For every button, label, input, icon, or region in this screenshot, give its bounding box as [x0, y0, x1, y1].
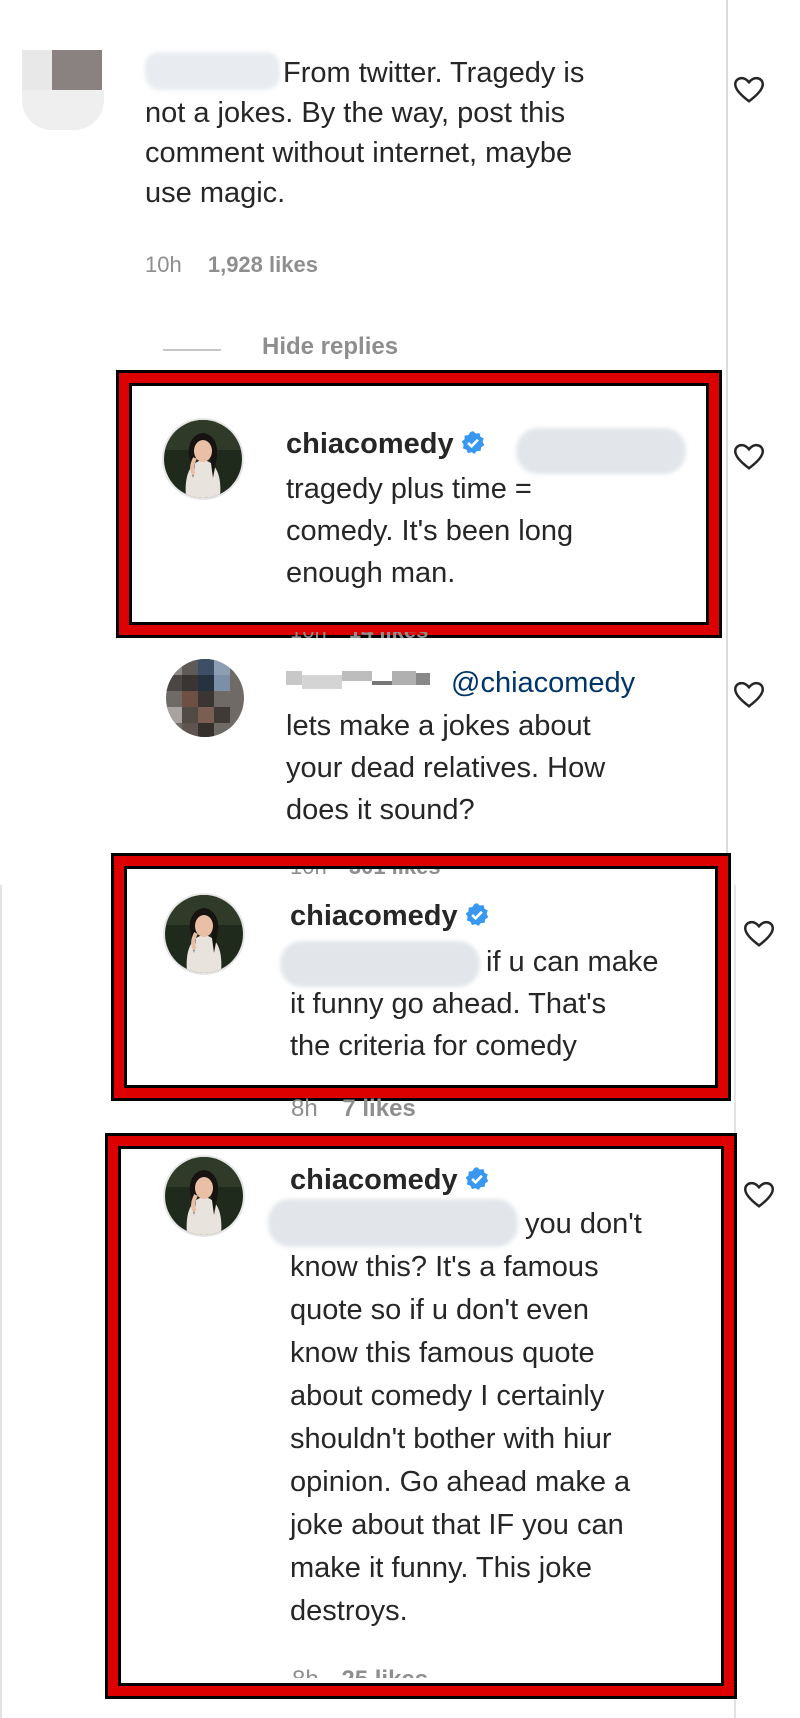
username-text[interactable]: chiacomedy [290, 1164, 458, 1196]
comment-meta: 10h 1,928 likes [145, 252, 318, 278]
reply-text-line: if u can make [486, 946, 659, 978]
comment-likes[interactable]: 1,928 likes [208, 252, 318, 277]
reply-meta-clipped: 10h 14 likes [290, 632, 490, 644]
heart-icon[interactable] [744, 1181, 774, 1209]
reply-text-line: enough man. [286, 557, 456, 589]
reply-text-line: about comedy I certainly [290, 1380, 605, 1412]
reply-username[interactable]: chiacomedy [290, 1164, 490, 1197]
reply-likes[interactable]: 25 likes [341, 1666, 428, 1678]
reply-text-line: tragedy plus time = [286, 473, 532, 505]
reply-text-line: quote so if u don't even [290, 1294, 589, 1326]
redacted-username [145, 52, 280, 90]
heart-icon[interactable] [734, 76, 764, 104]
reply-text-line: comedy. It's been long [286, 515, 574, 547]
avatar[interactable] [22, 50, 104, 130]
comment-text-line: use magic. [145, 177, 286, 209]
panel-edge [726, 0, 728, 880]
reply-text-line: shouldn't bother with hiur [290, 1423, 612, 1455]
reply-likes[interactable]: 14 likes [349, 632, 429, 643]
reply-time: 10h [290, 632, 327, 643]
redacted-mention [268, 1199, 518, 1247]
reply-text-line: know this? It's a famous [290, 1251, 599, 1283]
reply-text-line: lets make a jokes about [286, 710, 591, 742]
reply-meta-clipped: 8h 25 likes [292, 1666, 492, 1678]
comment-text-line: comment without internet, maybe [145, 137, 573, 169]
reply-text-line: does it sound? [286, 794, 475, 826]
heart-icon[interactable] [734, 443, 764, 471]
verified-badge-icon [465, 903, 488, 926]
username-text[interactable]: chiacomedy [290, 900, 458, 932]
avatar[interactable] [163, 893, 245, 975]
redacted-mention [516, 428, 686, 474]
comment-time: 10h [145, 252, 182, 277]
comment-text-line: From twitter. Tragedy is [283, 57, 585, 89]
redacted-username [286, 671, 436, 689]
reply-text-line: make it funny. This joke [290, 1552, 592, 1584]
reply-text-line: know this famous quote [290, 1337, 595, 1369]
mention-link[interactable]: @chiacomedy [451, 662, 635, 704]
reply-time: 8h [291, 1095, 318, 1122]
replies-divider [163, 349, 221, 351]
reply-text-line: joke about that IF you can [290, 1509, 624, 1541]
reply-username[interactable]: chiacomedy [286, 428, 486, 461]
reply-text-line: destroys. [290, 1595, 408, 1627]
reply-text-line: opinion. Go ahead make a [290, 1466, 631, 1498]
redacted-mention [280, 941, 480, 987]
hide-replies-button[interactable]: Hide replies [262, 333, 398, 361]
heart-icon[interactable] [744, 920, 774, 948]
reply-text-line: you don't [525, 1208, 642, 1240]
comment-text-line: not a jokes. By the way, post this [145, 97, 566, 129]
avatar[interactable] [163, 1155, 245, 1237]
reply-time: 8h [292, 1666, 319, 1678]
panel-edge-lower [734, 885, 736, 1718]
reply-text-line: your dead relatives. How [286, 752, 606, 784]
avatar[interactable] [166, 659, 244, 737]
reply-meta: 8h 7 likes [291, 1095, 416, 1123]
verified-badge-icon [465, 1167, 488, 1190]
username-text[interactable]: chiacomedy [286, 428, 454, 460]
avatar[interactable] [162, 418, 244, 500]
reply-likes[interactable]: 7 likes [342, 1095, 415, 1122]
heart-icon[interactable] [734, 681, 764, 709]
panel-edge-left [0, 885, 2, 1718]
reply-text-line: it funny go ahead. That's [290, 988, 607, 1020]
verified-badge-icon [461, 431, 484, 454]
reply-text-line: the criteria for comedy [290, 1030, 577, 1062]
reply-username[interactable]: chiacomedy [290, 900, 490, 933]
